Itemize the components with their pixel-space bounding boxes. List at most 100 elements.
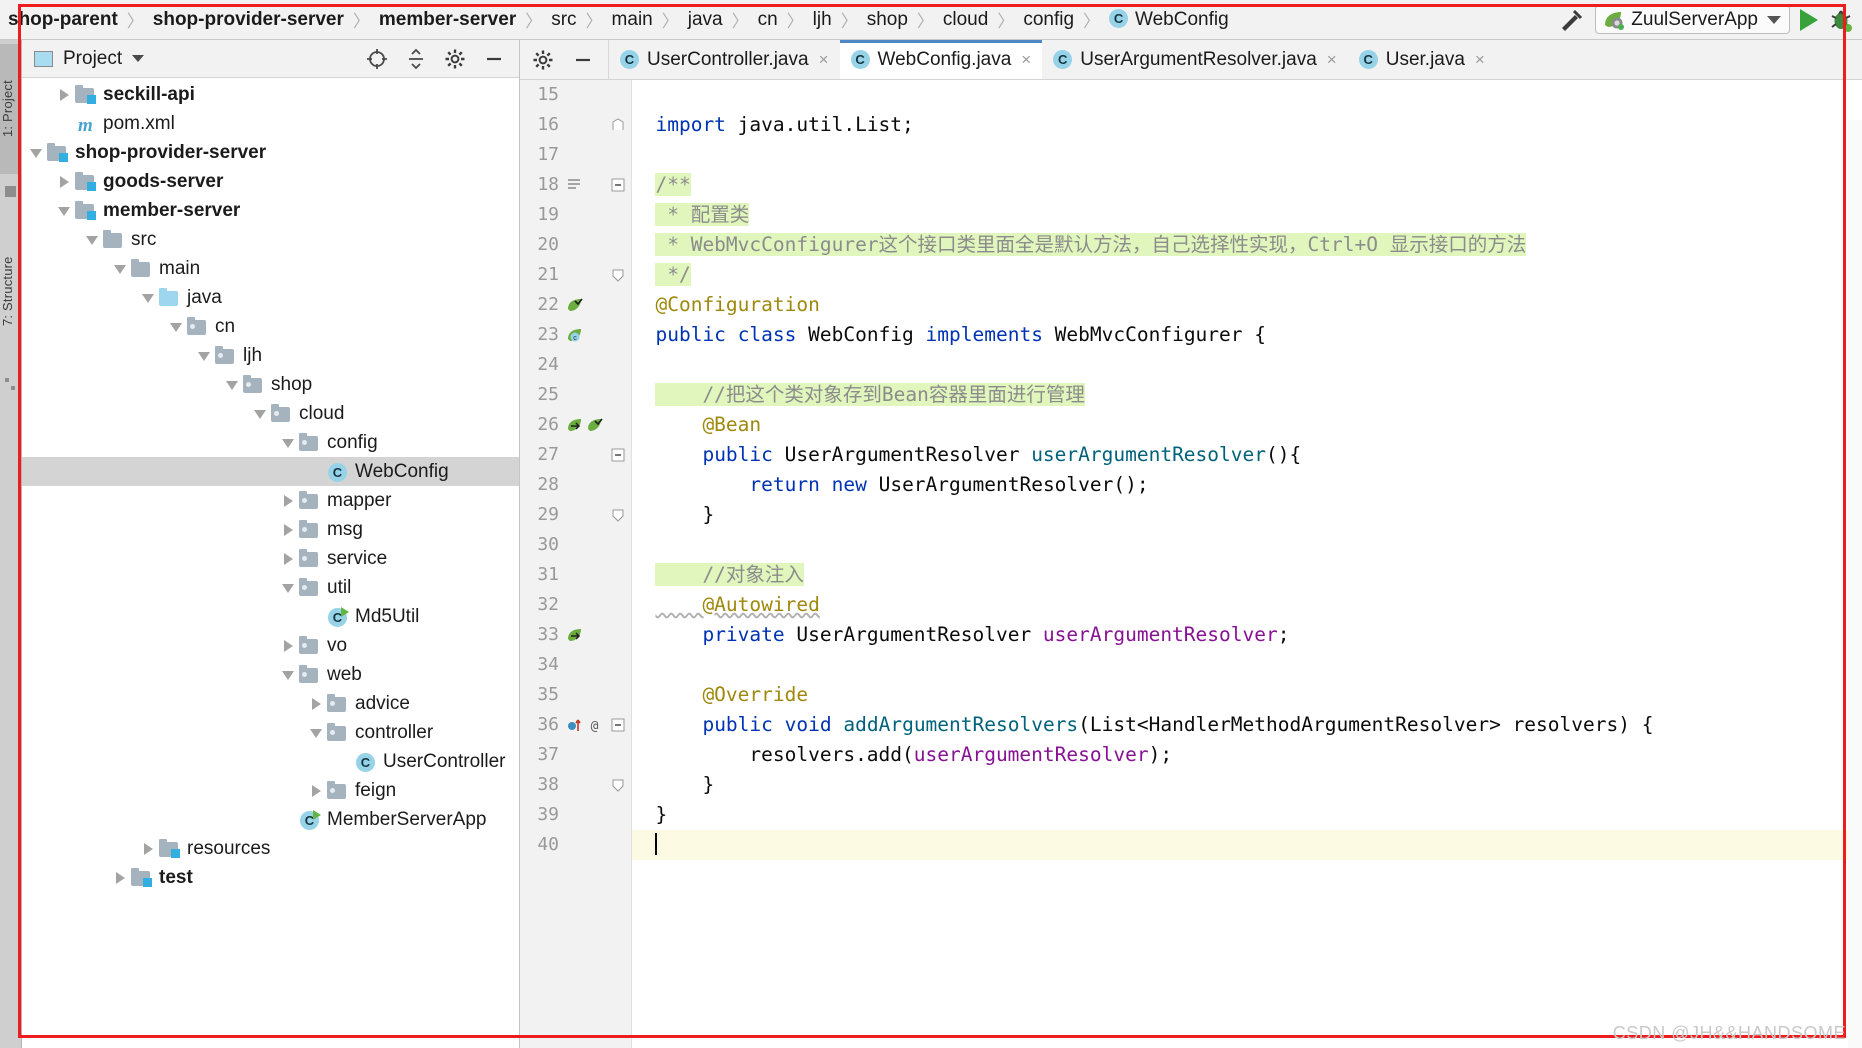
settings-gear-icon[interactable] (532, 49, 554, 71)
close-icon[interactable]: × (1475, 50, 1485, 70)
project-tree[interactable]: seckill-api m pom.xml shop-provider-server g… (22, 78, 519, 892)
close-icon[interactable]: × (1327, 50, 1337, 70)
bean-arrow-icon[interactable] (566, 417, 583, 434)
chevron-right-icon[interactable] (140, 834, 158, 863)
at-icon[interactable]: @ (586, 717, 603, 734)
tree-node-main[interactable]: main (22, 254, 519, 283)
tree-node-ljh[interactable]: ljh (22, 341, 519, 370)
code-line[interactable]: /** (632, 170, 1862, 200)
override-icon[interactable] (566, 717, 583, 734)
hide-panel-icon[interactable] (572, 49, 594, 71)
bean-arrow-icon[interactable] (566, 627, 583, 644)
gutter-row[interactable]: 18 (520, 170, 631, 200)
tree-node-shop[interactable]: shop (22, 370, 519, 399)
editor-tab-usercontroller-java[interactable]: C UserController.java × (609, 40, 840, 79)
gutter-row[interactable]: 20 (520, 230, 631, 260)
tree-node-advice[interactable]: advice (22, 689, 519, 718)
chevron-right-icon[interactable] (280, 544, 298, 573)
gutter-row[interactable]: 26 (520, 410, 631, 440)
code-line[interactable]: } (632, 800, 1862, 830)
gutter-row[interactable]: 22 (520, 290, 631, 320)
code-line[interactable]: public void addArgumentResolvers(List<Ha… (632, 710, 1862, 740)
code-line[interactable]: * WebMvcConfigurer这个接口类里面全是默认方法，自己选择性实现，… (632, 230, 1862, 260)
breadcrumb-item-cn[interactable]: cn (756, 0, 780, 40)
gutter-row[interactable]: 19 (520, 200, 631, 230)
tree-node-util[interactable]: util (22, 573, 519, 602)
editor-tab-user-java[interactable]: C User.java × (1348, 40, 1496, 79)
editor-tab-userargumentresolver-java[interactable]: C UserArgumentResolver.java × (1042, 40, 1347, 79)
gutter-row[interactable]: 34 (520, 650, 631, 680)
code-line[interactable]: @Configuration (632, 290, 1862, 320)
chevron-right-icon[interactable] (280, 486, 298, 515)
code-line[interactable]: } (632, 500, 1862, 530)
code-line[interactable]: @Bean (632, 410, 1862, 440)
spring-class-icon[interactable]: c (566, 327, 583, 344)
gutter-row[interactable]: 25 (520, 380, 631, 410)
gutter-row[interactable]: 31 (520, 560, 631, 590)
code-line[interactable]: * 配置类 (632, 200, 1862, 230)
gutter-row[interactable]: 35 (520, 680, 631, 710)
code-line[interactable]: resolvers.add(userArgumentResolver); (632, 740, 1862, 770)
tree-node-md5util[interactable]: C Md5Util (22, 602, 519, 631)
gutter-row[interactable]: 23 c (520, 320, 631, 350)
breadcrumb-item-config[interactable]: config (1021, 0, 1076, 40)
gutter-row[interactable]: 38 (520, 770, 631, 800)
chevron-down-icon[interactable] (308, 718, 326, 747)
breadcrumb-item-member-server[interactable]: member-server (377, 0, 518, 40)
spring-bean-icon[interactable] (586, 417, 603, 434)
gutter-row[interactable]: 17 (520, 140, 631, 170)
tree-node-msg[interactable]: msg (22, 515, 519, 544)
chevron-down-icon[interactable] (1767, 15, 1781, 24)
tool-tab-structure[interactable]: 7: Structure (0, 216, 22, 366)
chevron-down-icon[interactable] (224, 370, 242, 399)
chevron-right-icon[interactable] (308, 689, 326, 718)
chevron-down-icon[interactable] (252, 399, 270, 428)
chevron-down-icon[interactable] (140, 283, 158, 312)
chevron-right-icon[interactable] (56, 167, 74, 196)
build-hammer-icon[interactable] (1557, 7, 1585, 33)
editor-code-column[interactable]: import java.util.List; /** * 配置类 * WebMv… (632, 80, 1862, 1048)
breadcrumb-item-shop-provider-server[interactable]: shop-provider-server (151, 0, 346, 40)
tree-node-pom-xml[interactable]: m pom.xml (22, 109, 519, 138)
code-line[interactable]: import java.util.List; (632, 110, 1862, 140)
debug-icon[interactable] (1828, 7, 1854, 33)
chevron-down-icon[interactable] (280, 573, 298, 602)
collapse-all-icon[interactable] (405, 48, 427, 70)
spring-bean-icon[interactable] (566, 297, 583, 314)
tree-node-usercontroller[interactable]: C UserController (22, 747, 519, 776)
breadcrumb-item-ljh[interactable]: ljh (811, 0, 834, 40)
chevron-right-icon[interactable] (56, 80, 74, 109)
gutter-row[interactable]: 29 (520, 500, 631, 530)
fold-collapse-icon[interactable] (611, 448, 625, 462)
editor-gutter[interactable]: 15 16 17 18 19 20 21 22 23 c 24 25 26 27 28 29 30 31 32 33 3… (520, 80, 632, 1048)
code-line[interactable] (632, 350, 1862, 380)
locate-icon[interactable] (366, 48, 388, 70)
chevron-right-icon[interactable] (112, 863, 130, 892)
run-configuration-selector[interactable]: ZuulServerApp (1595, 5, 1790, 34)
fold-end-icon[interactable] (611, 268, 625, 282)
code-line[interactable] (632, 80, 1862, 110)
code-line[interactable]: */ (632, 260, 1862, 290)
code-line[interactable]: //对象注入 (632, 560, 1862, 590)
code-line[interactable]: //把这个类对象存到Bean容器里面进行管理 (632, 380, 1862, 410)
chevron-down-icon[interactable] (84, 225, 102, 254)
tree-node-web[interactable]: web (22, 660, 519, 689)
breadcrumb-item-shop[interactable]: shop (865, 0, 910, 40)
tree-node-cloud[interactable]: cloud (22, 399, 519, 428)
tree-node-vo[interactable]: vo (22, 631, 519, 660)
code-line[interactable]: public UserArgumentResolver userArgument… (632, 440, 1862, 470)
settings-gear-icon[interactable] (444, 48, 466, 70)
gutter-row[interactable]: 32 (520, 590, 631, 620)
tree-node-member-server[interactable]: member-server (22, 196, 519, 225)
chevron-right-icon[interactable] (308, 776, 326, 805)
breadcrumb-item-shop-parent[interactable]: shop-parent (6, 0, 120, 40)
fold-collapse-icon[interactable] (611, 178, 625, 192)
tree-node-config[interactable]: config (22, 428, 519, 457)
tree-node-service[interactable]: service (22, 544, 519, 573)
chevron-down-icon[interactable] (196, 341, 214, 370)
code-line[interactable]: private UserArgumentResolver userArgumen… (632, 620, 1862, 650)
tree-node-src[interactable]: src (22, 225, 519, 254)
chevron-right-icon[interactable] (280, 515, 298, 544)
chevron-down-icon[interactable] (168, 312, 186, 341)
fold-end-icon[interactable] (611, 508, 625, 522)
